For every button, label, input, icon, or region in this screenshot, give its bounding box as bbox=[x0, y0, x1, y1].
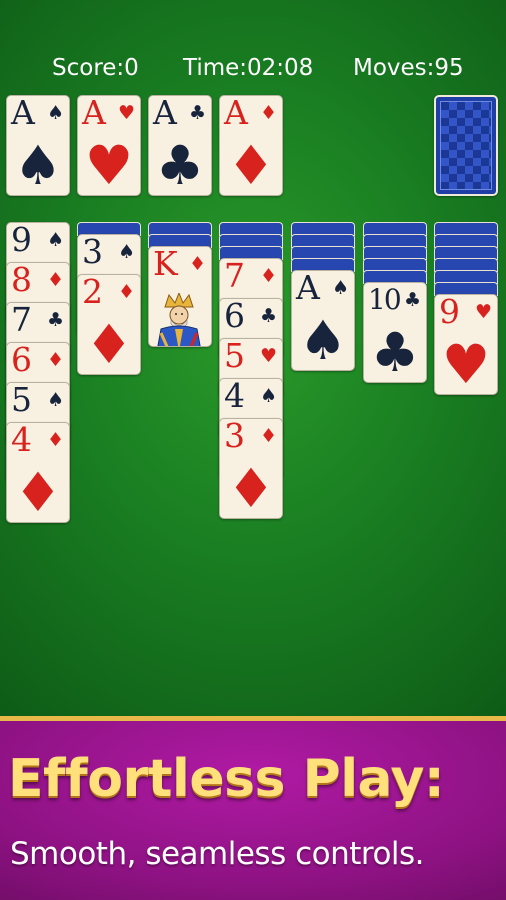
diamond-icon: ♦ bbox=[46, 429, 64, 451]
moves-display: Moves:95 bbox=[353, 55, 464, 81]
tableau-card[interactable]: 3 ♦ ♦ bbox=[219, 418, 283, 519]
heart-icon: ♥ bbox=[259, 345, 277, 367]
banner-subtitle: Smooth, seamless controls. bbox=[10, 836, 425, 872]
promo-banner: Effortless Play: Smooth, seamless contro… bbox=[0, 716, 506, 900]
card-rank: 6 bbox=[224, 298, 245, 335]
card-rank: A bbox=[224, 95, 248, 132]
spade-icon: ♠ bbox=[331, 277, 349, 299]
diamond-icon: ♦ bbox=[259, 102, 277, 124]
tableau-card[interactable]: 2 ♦ ♦ bbox=[77, 274, 141, 375]
diamond-icon: ♦ bbox=[259, 265, 277, 287]
spade-large-icon: ♠ bbox=[298, 309, 348, 371]
club-large-icon: ♣ bbox=[155, 134, 205, 196]
diamond-icon: ♦ bbox=[259, 425, 277, 447]
king-portrait-icon bbox=[157, 293, 201, 346]
diamond-large-icon: ♦ bbox=[13, 461, 63, 523]
tableau-card[interactable]: 9 ♥ ♥ bbox=[434, 294, 498, 395]
card-back-pattern bbox=[440, 101, 492, 190]
card-rank: 7 bbox=[11, 302, 32, 339]
diamond-icon: ♦ bbox=[117, 281, 135, 303]
card-rank: 4 bbox=[224, 378, 245, 415]
card-rank: 3 bbox=[224, 418, 245, 455]
game-table: Score:0 Time:02:08 Moves:95 A ♠ ♠ A ♥ ♥ A ♣ ♣ A ♦ ♦… bbox=[0, 0, 506, 716]
heart-large-icon: ♥ bbox=[441, 333, 491, 395]
club-icon: ♣ bbox=[403, 289, 421, 311]
tableau-card[interactable]: K ♦ bbox=[148, 246, 212, 347]
card-rank: 5 bbox=[11, 382, 32, 419]
card-rank: A bbox=[82, 95, 106, 132]
card-rank: A bbox=[11, 95, 35, 132]
diamond-icon: ♦ bbox=[46, 349, 64, 371]
card-rank: 2 bbox=[82, 274, 103, 311]
heart-large-icon: ♥ bbox=[84, 134, 134, 196]
card-rank: 4 bbox=[11, 422, 32, 459]
heart-icon: ♥ bbox=[117, 102, 135, 124]
card-rank: 9 bbox=[439, 294, 460, 331]
spade-large-icon: ♠ bbox=[13, 134, 63, 196]
card-rank: 5 bbox=[224, 338, 245, 375]
spade-icon: ♠ bbox=[46, 229, 64, 251]
card-rank: A bbox=[153, 95, 177, 132]
tableau-card[interactable]: 10 ♣ ♣ bbox=[363, 282, 427, 383]
card-rank: 8 bbox=[11, 262, 32, 299]
card-rank: 9 bbox=[11, 222, 32, 259]
tableau-card[interactable]: 4 ♦ ♦ bbox=[6, 422, 70, 523]
foundation-pile-2[interactable]: A ♥ ♥ bbox=[77, 95, 141, 196]
card-rank: A bbox=[296, 270, 320, 307]
card-rank: 7 bbox=[224, 258, 245, 295]
spade-icon: ♠ bbox=[46, 102, 64, 124]
diamond-large-icon: ♦ bbox=[226, 134, 276, 196]
diamond-large-icon: ♦ bbox=[226, 457, 276, 519]
club-icon: ♣ bbox=[46, 309, 64, 331]
timer-display: Time:02:08 bbox=[183, 55, 314, 81]
spade-icon: ♠ bbox=[46, 389, 64, 411]
foundation-pile-1[interactable]: A ♠ ♠ bbox=[6, 95, 70, 196]
foundation-pile-4[interactable]: A ♦ ♦ bbox=[219, 95, 283, 196]
score-display: Score:0 bbox=[52, 55, 139, 81]
diamond-icon: ♦ bbox=[188, 253, 206, 275]
spade-icon: ♠ bbox=[259, 385, 277, 407]
stock-pile[interactable] bbox=[434, 95, 498, 196]
card-rank: 3 bbox=[82, 234, 103, 271]
diamond-large-icon: ♦ bbox=[84, 313, 134, 375]
card-rank: 10 bbox=[368, 283, 402, 316]
spade-icon: ♠ bbox=[117, 241, 135, 263]
card-rank: K bbox=[153, 246, 178, 283]
hud-bar: Score:0 Time:02:08 Moves:95 bbox=[0, 55, 506, 87]
diamond-icon: ♦ bbox=[46, 269, 64, 291]
club-large-icon: ♣ bbox=[370, 321, 420, 383]
club-icon: ♣ bbox=[188, 102, 206, 124]
card-rank: 6 bbox=[11, 342, 32, 379]
heart-icon: ♥ bbox=[474, 301, 492, 323]
banner-title: Effortless Play: bbox=[8, 749, 445, 809]
tableau-card[interactable]: A ♠ ♠ bbox=[291, 270, 355, 371]
club-icon: ♣ bbox=[259, 305, 277, 327]
foundation-pile-3[interactable]: A ♣ ♣ bbox=[148, 95, 212, 196]
